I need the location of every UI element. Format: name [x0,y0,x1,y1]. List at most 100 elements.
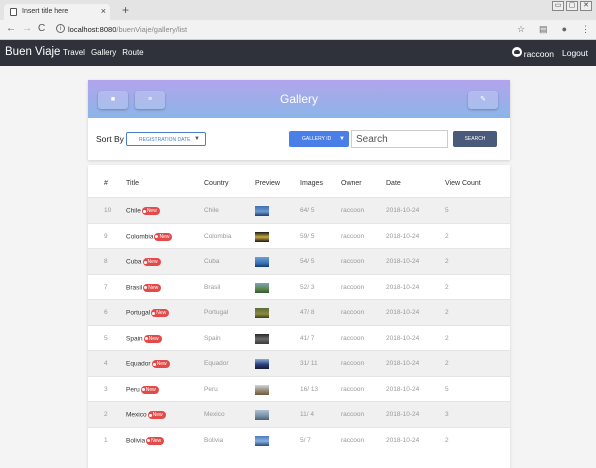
row-title[interactable]: Colombia New [126,232,173,241]
preview-thumbnail[interactable] [255,333,269,344]
minimize-icon[interactable]: ▭ [552,1,564,11]
url-host: localhost:8080 [68,25,117,34]
row-title[interactable]: Spain New [126,334,162,343]
row-number: 2 [104,411,108,418]
forward-arrow-icon[interactable]: → [22,23,32,34]
nav-link-gallery[interactable]: Gallery [91,48,116,57]
table-row[interactable]: 5 Spain New Spain 41/ 7 raccoon 2018-10-24 2 [88,324,510,351]
search-field-dropdown[interactable]: GALLERY ID ▼ [289,131,349,147]
table-row[interactable]: 1 Bolivia New Bolivia 5/ 7 raccoon 2018-10-24 2 [88,426,510,453]
new-badge: New [141,207,160,215]
star-icon[interactable]: ☆ [517,24,525,35]
row-title-text: Bolivia [126,437,146,445]
row-number: 8 [104,258,108,265]
row-images: 5/ 7 [300,436,311,444]
preview-thumbnail[interactable] [255,282,269,293]
row-date: 2018-10-24 [386,436,420,444]
new-badge: New [143,334,162,343]
column-header: View Count [445,180,481,187]
table-row[interactable]: 8 Cuba New Cuba 54/ 5 raccoon 2018-10-24 2 [88,248,510,274]
preview-thumbnail[interactable] [255,308,269,318]
row-number: 6 [104,309,108,316]
row-title[interactable]: Mexico New [126,411,166,419]
row-date: 2018-10-24 [386,411,420,418]
new-tab-icon[interactable]: + [122,3,129,17]
tab-title: Insert title here [22,8,69,15]
username: raccoon [523,49,554,59]
table-row[interactable]: 7 Brasil New Brasil 52/ 3 raccoon 2018-10-24 2 [88,273,510,300]
row-number: 3 [104,385,108,393]
browser-tab[interactable]: Insert title here × [4,4,110,20]
preview-thumbnail[interactable] [255,410,269,420]
row-country: Portugal [204,309,229,316]
search-button[interactable]: SEARCH [453,131,497,147]
preview-thumbnail[interactable] [255,435,269,446]
menu-icon[interactable]: ⋮ [581,24,590,35]
row-number: 9 [104,232,108,240]
new-badge: New [140,385,159,394]
preview-thumbnail[interactable] [255,257,269,267]
info-icon[interactable]: i [56,24,65,33]
row-country: Peru [204,385,218,393]
row-title[interactable]: Portugal New [126,309,170,317]
new-badge: New [147,411,166,419]
reload-icon[interactable]: C [38,23,45,34]
tab-close-icon[interactable]: × [101,6,106,16]
table-header: # Title Country Preview Images Owner Dat… [88,165,510,197]
row-title[interactable]: Bolivia New [126,436,165,445]
new-badge: New [151,360,170,368]
table-row[interactable]: 2 Mexico New Mexico 11/ 4 raccoon 2018-10-24 3 [88,401,510,427]
raccoon-avatar-icon [511,47,522,57]
chevron-down-icon: ▼ [194,136,200,142]
profile-icon[interactable]: ● [562,24,567,35]
row-country: Chile [204,207,219,214]
page-title: Gallery [279,92,318,106]
row-title[interactable]: Peru New [126,385,159,394]
sort-label: Sort By [96,134,124,144]
preview-thumbnail[interactable] [255,206,269,216]
row-title[interactable]: Chile New [126,207,160,215]
row-title-text: Equador [126,360,151,368]
row-country: Spain [204,334,221,342]
back-arrow-icon[interactable]: ← [6,23,16,34]
table-row[interactable]: 6 Portugal New Portugal 47/ 8 raccoon 2018-10-… [88,299,510,325]
row-title[interactable]: Equador New [126,360,170,368]
row-images: 54/ 5 [300,258,315,265]
gallery-card: ■ ≡ Gallery ✎ Sort By REGISTRATION DATE … [88,80,510,160]
table-row[interactable]: 4 Equador New Equador 31/ 11 raccoon 2018-10-2… [88,350,510,376]
row-title[interactable]: Cuba New [126,258,161,266]
write-button[interactable]: ✎ [468,91,498,109]
window-close-icon[interactable]: ✕ [580,1,592,11]
row-images: 16/ 13 [300,385,319,393]
nav-link-travel[interactable]: Travel [63,48,85,57]
maximize-icon[interactable]: ▢ [566,1,578,11]
row-images: 41/ 7 [300,334,315,342]
search-input[interactable] [351,130,448,148]
preview-thumbnail[interactable] [255,359,269,369]
new-badge: New [151,309,170,317]
row-images: 52/ 3 [300,283,315,291]
table-row[interactable]: 3 Peru New Peru 16/ 13 raccoon 2018-10-24 5 [88,375,510,402]
row-date: 2018-10-24 [386,207,420,214]
table-row[interactable]: 10 Chile New Chile 64/ 5 raccoon 2018-10-24 5 [88,197,510,223]
extension-icon[interactable]: ▤ [539,24,548,35]
table-row[interactable]: 9 Colombia New Colombia 59/ 5 raccoon 2018-10-… [88,222,510,249]
user-area: raccoon Logout [511,47,588,59]
preview-thumbnail[interactable] [255,384,269,395]
row-view-count: 2 [445,360,449,367]
gallery-card-header: ■ ≡ Gallery ✎ [88,80,510,118]
nav-link-route[interactable]: Route [122,48,143,57]
row-owner: raccoon [341,360,365,367]
sort-select[interactable]: REGISTRATION DATE ▼ [126,132,206,146]
sort-select-value: REGISTRATION DATE [139,137,191,143]
url-field[interactable]: i localhost:8080/buenViaje/gallery/list [56,23,526,37]
preview-thumbnail[interactable] [255,231,269,242]
column-header: Country [204,180,229,187]
logout-link[interactable]: Logout [562,48,588,58]
search-field-value: GALLERY ID [302,136,332,142]
row-title[interactable]: Brasil New [126,283,162,292]
row-country: Bolivia [204,436,224,444]
column-header: Owner [341,180,362,187]
user-profile-link[interactable]: raccoon [511,47,554,59]
brand-logo[interactable]: Buen Viaje [5,46,60,58]
